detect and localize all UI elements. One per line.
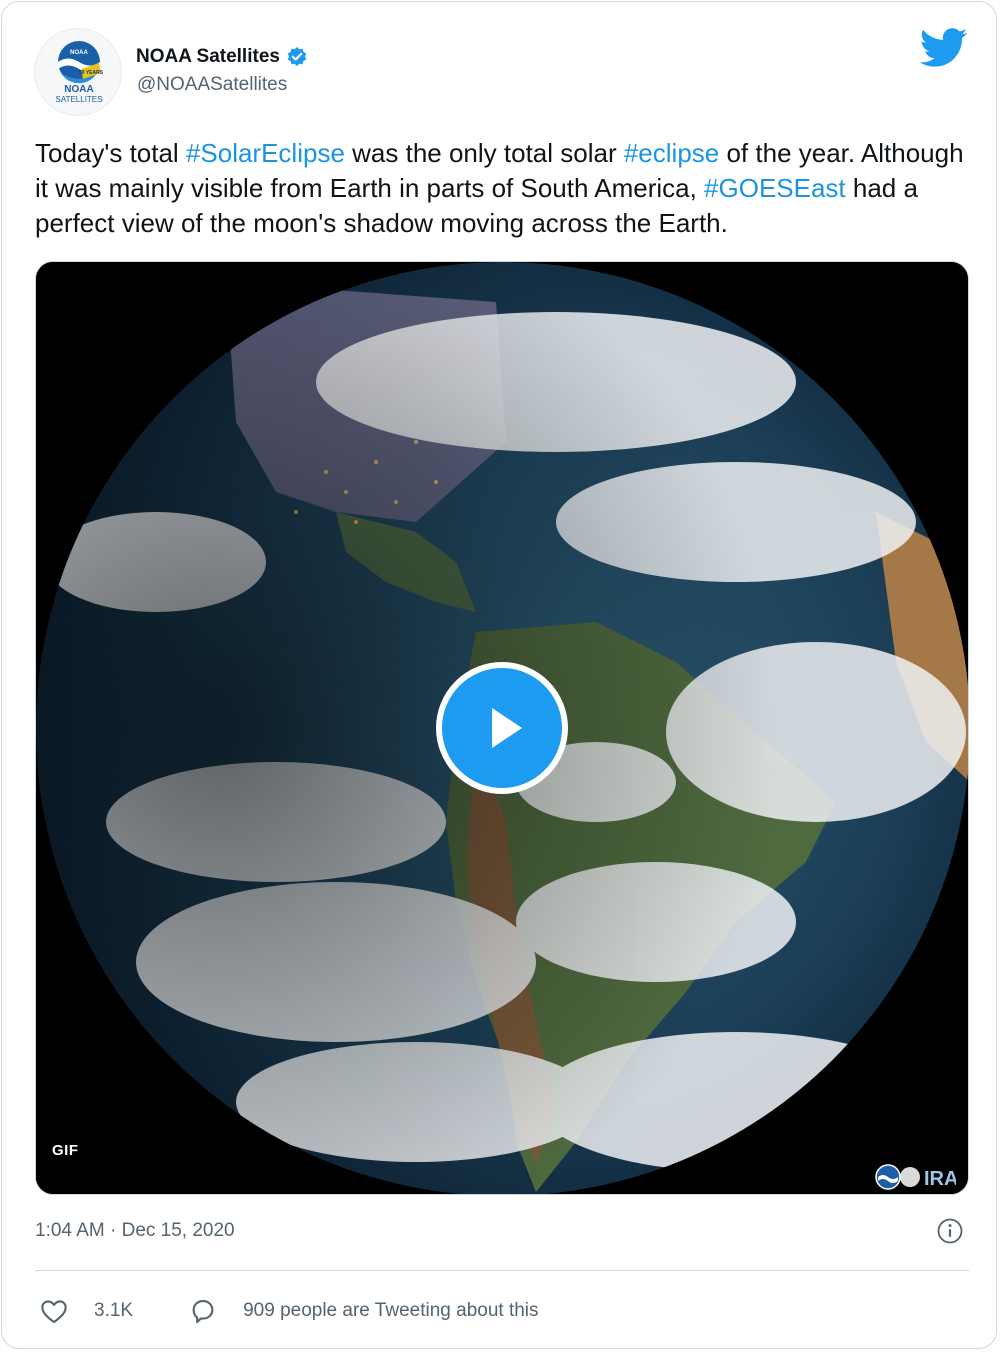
- logo-line2: SATELLITES: [56, 95, 103, 104]
- gif-badge: GIF: [52, 1142, 79, 1159]
- twitter-bird-icon[interactable]: [919, 28, 968, 73]
- speech-bubble-icon: [192, 1300, 214, 1324]
- hashtag-goeseast[interactable]: #GOESEast: [704, 173, 846, 203]
- tweet-text-segment: was the only total solar: [344, 138, 624, 168]
- media-gif[interactable]: GIF IRA: [35, 261, 969, 1195]
- logo-ribbon-text: 50 YEARS: [79, 70, 104, 76]
- handle[interactable]: @NOAASatellites: [137, 74, 287, 96]
- reply-button[interactable]: 909 people are Tweeting about this: [189, 1298, 539, 1324]
- name-row: NOAA Satellites: [136, 46, 308, 68]
- timestamp[interactable]: 1:04 AM · Dec 15, 2020: [35, 1220, 235, 1242]
- tweet-text-segment: Today's total: [35, 138, 186, 168]
- logo-top-text: NOAA: [70, 50, 88, 56]
- like-count: 3.1K: [94, 1300, 134, 1321]
- tweet-text: Today's total #SolarEclipse was the only…: [35, 136, 975, 241]
- divider: [35, 1270, 969, 1271]
- play-button[interactable]: [436, 662, 568, 794]
- watermark-text: IRA: [924, 1168, 956, 1190]
- avatar[interactable]: NOAA 50 YEARS NOAA SATELLITES: [34, 28, 122, 116]
- info-icon[interactable]: [936, 1217, 964, 1250]
- noaa-logo: NOAA 50 YEARS NOAA SATELLITES: [56, 41, 104, 104]
- hashtag-solareclipse[interactable]: #SolarEclipse: [186, 138, 345, 168]
- display-name[interactable]: NOAA Satellites: [136, 46, 280, 68]
- logo-line1: NOAA: [64, 84, 93, 95]
- verified-badge-icon: [286, 46, 308, 68]
- heart-icon: [41, 1300, 67, 1324]
- like-button[interactable]: 3.1K: [40, 1298, 133, 1324]
- actions-bar: 3.1K 909 people are Tweeting about this: [40, 1298, 539, 1324]
- cira-watermark: IRA: [874, 1162, 958, 1194]
- hashtag-eclipse[interactable]: #eclipse: [624, 138, 719, 168]
- reply-text: 909 people are Tweeting about this: [243, 1300, 539, 1321]
- tweet-card: NOAA 50 YEARS NOAA SATELLITES NOAA Satel…: [1, 1, 997, 1349]
- play-icon: [492, 708, 522, 748]
